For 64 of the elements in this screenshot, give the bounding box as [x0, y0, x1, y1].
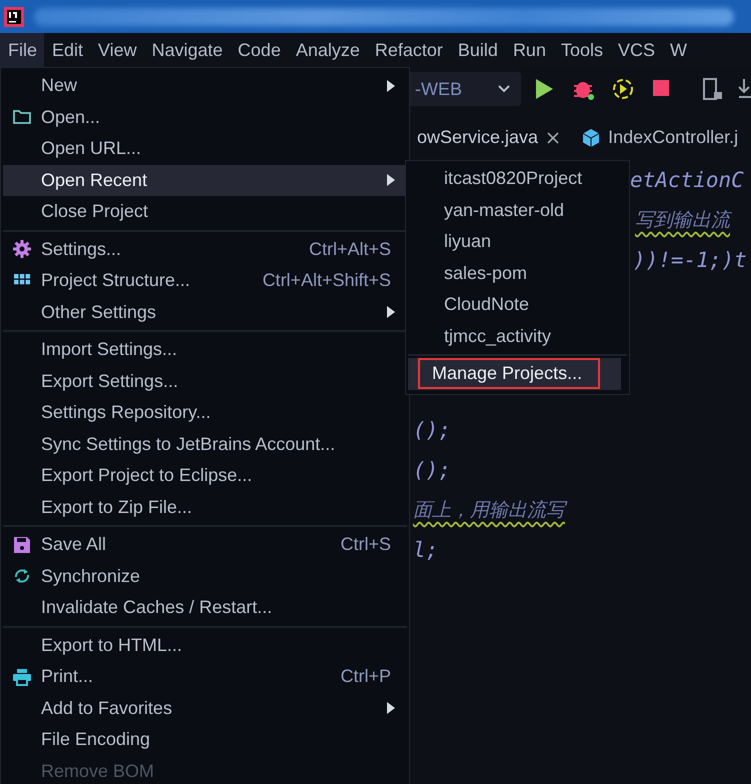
menu-item[interactable]: Synchronize: [3, 560, 407, 592]
editor-tab[interactable]: IndexController.j: [578, 125, 742, 150]
code-line: ();: [413, 458, 451, 482]
menu-item[interactable]: Other Settings: [3, 296, 407, 328]
menu-item[interactable]: Add to Favorites: [3, 692, 407, 724]
menu-item[interactable]: Export to HTML...: [3, 630, 407, 661]
menubar-item[interactable]: Run: [504, 33, 553, 67]
menubar-item[interactable]: VCS: [610, 33, 662, 67]
code-comment: 写到输出流: [635, 208, 730, 233]
menu-item[interactable]: Print... Ctrl+P: [3, 661, 407, 692]
shortcut-label: Ctrl+P: [340, 666, 392, 688]
menu-item[interactable]: Export Project to Eclipse...: [3, 460, 407, 492]
shortcut-label: Ctrl+Alt+S: [308, 238, 392, 260]
menu-item[interactable]: File Encoding: [3, 724, 407, 756]
menu-item[interactable]: Settings... Ctrl+Alt+S: [3, 234, 407, 265]
menubar-item[interactable]: Build: [450, 33, 505, 67]
code-line: l;: [413, 538, 438, 562]
printer-icon: [12, 666, 32, 687]
menu-item[interactable]: Open URL...: [3, 133, 407, 164]
menubar-item[interactable]: W: [662, 33, 694, 67]
menubar-item[interactable]: Tools: [552, 33, 610, 67]
menu-item[interactable]: Close Project: [3, 196, 407, 228]
code-comment: 面上，用输出流写: [413, 497, 565, 523]
run-icon[interactable]: [534, 78, 554, 100]
menu-item[interactable]: Manage Projects...: [418, 358, 600, 390]
menu-item[interactable]: itcast0820Project: [408, 163, 627, 194]
menu-item[interactable]: New: [3, 70, 407, 102]
menu-item[interactable]: Export to Zip File...: [3, 492, 407, 523]
menubar-item[interactable]: Refactor: [366, 33, 450, 67]
menu-item[interactable]: yan-master-old: [408, 194, 627, 226]
menu-item[interactable]: sales-pom: [408, 258, 627, 289]
shortcut-label: Ctrl+Alt+Shift+S: [262, 270, 392, 292]
code-line: ();: [413, 418, 451, 442]
editor-tab[interactable]: owService.java: [413, 125, 564, 150]
menu-item[interactable]: Settings Repository...: [3, 397, 407, 428]
save-icon: [12, 534, 32, 555]
menu-item[interactable]: Import Settings...: [3, 334, 407, 366]
menubar-item[interactable]: Code: [230, 33, 288, 67]
menubar-item[interactable]: File: [0, 33, 44, 67]
menu-item[interactable]: CloudNote: [408, 289, 627, 320]
menu-item[interactable]: Save All Ctrl+S: [3, 529, 407, 560]
download-icon[interactable]: [738, 78, 751, 100]
app-logo-icon: [4, 6, 24, 26]
menu-item[interactable]: tjmcc_activity: [408, 320, 627, 352]
close-icon[interactable]: [546, 130, 560, 144]
menu-item[interactable]: Open Recent: [3, 164, 407, 196]
menubar-item[interactable]: Navigate: [144, 33, 230, 67]
menubar-item[interactable]: Analyze: [288, 33, 367, 67]
code-line: etActionC: [630, 168, 744, 192]
coverage-icon[interactable]: [612, 78, 634, 100]
device-icon[interactable]: [702, 78, 724, 100]
settings-icon: [12, 239, 32, 260]
shortcut-label: Ctrl+S: [340, 534, 392, 556]
cube-icon: [582, 128, 600, 148]
menu-item[interactable]: Project Structure... Ctrl+Alt+Shift+S: [3, 265, 407, 296]
menu-item[interactable]: liyuan: [408, 226, 627, 258]
menu-item[interactable]: Sync Settings to JetBrains Account...: [3, 428, 407, 460]
menubar-item[interactable]: View: [90, 33, 144, 67]
menu-item[interactable]: Invalidate Caches / Restart...: [3, 592, 407, 624]
menu-item[interactable]: Open...: [3, 102, 407, 133]
code-line: ))!=-1;)t: [633, 248, 747, 272]
menubar-item[interactable]: Edit: [44, 33, 90, 67]
chevron-down-icon: [497, 84, 511, 94]
menu-item[interactable]: Export Settings...: [3, 366, 407, 397]
